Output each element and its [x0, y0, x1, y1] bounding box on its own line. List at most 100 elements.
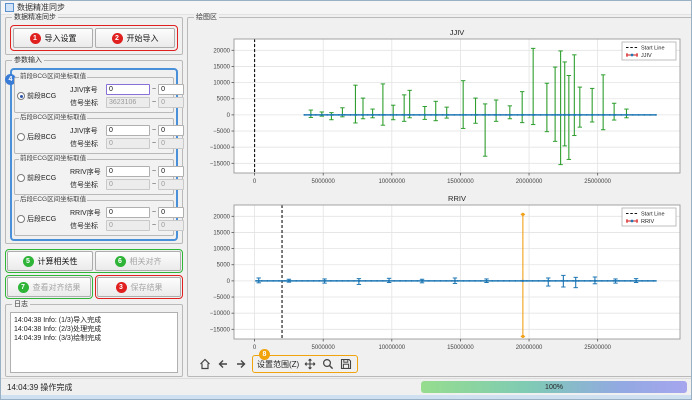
save-result-button[interactable]: 3 保存结果 [97, 277, 181, 297]
calc-correlation-label: 计算相关性 [38, 256, 78, 267]
step-badge-3: 3 [116, 282, 127, 293]
status-bar: 14:04:39 操作完成 100% [1, 378, 691, 395]
svg-text:0: 0 [227, 113, 231, 119]
view-align-highlight: 7 查看对齐结果 [5, 275, 93, 299]
import-buttons-highlight: 1 导入设置 2 开始导入 [10, 25, 178, 51]
svg-text:Start Line: Start Line [641, 212, 665, 218]
step-badge-5: 5 [23, 256, 34, 267]
plot-panel: 绘图区 20000150001000050000−5000−10000−1500… [187, 17, 692, 377]
svg-text:−10000: −10000 [210, 311, 231, 317]
control-panel: 数据精准同步 1 导入设置 2 开始导入 参数输入 4 [5, 17, 183, 377]
rriv-index-to-input[interactable] [158, 166, 184, 177]
signal-coord-to-input [158, 97, 184, 108]
start-import-button[interactable]: 2 开始导入 [95, 28, 175, 48]
svg-text:5000000: 5000000 [312, 179, 336, 185]
svg-text:15000: 15000 [213, 64, 230, 70]
log-line: 14:04:39 Info: (3/3)绘制完成 [14, 334, 174, 343]
signal-coord-from-input [106, 179, 150, 190]
rear-bcg-radio-label: 后段BCG [27, 132, 56, 142]
jjiv-index-to-input[interactable] [158, 125, 184, 136]
param-highlight: 4 前段BCG区间坐标取值 前段BCG JJIV序号 ~ [10, 68, 178, 241]
rear-ecg-radio-label: 后段ECG [27, 214, 56, 224]
pan-icon[interactable] [303, 357, 317, 371]
signal-coord-from-input [106, 220, 150, 231]
signal-coord-from-input [106, 138, 150, 149]
chart-toolbar: 8 设置范围(Z) [192, 355, 688, 373]
front-ecg-section-title: 前段ECG区间坐标取值 [19, 155, 87, 163]
front-ecg-section: 前段ECG区间坐标取值 前段ECG RRIV序号 ~ [14, 159, 174, 195]
rriv-index-label: RRIV序号 [70, 208, 104, 218]
home-icon[interactable] [198, 357, 212, 371]
rriv-index-label: RRIV序号 [70, 167, 104, 177]
svg-text:−15000: −15000 [210, 161, 231, 167]
step-badge-7: 7 [18, 282, 29, 293]
param-group-title: 参数输入 [12, 56, 44, 65]
title-bar: 数据精准同步 [1, 1, 691, 15]
signal-coord-to-input [158, 179, 184, 190]
svg-text:15000000: 15000000 [447, 345, 474, 351]
rear-bcg-radio[interactable] [17, 133, 25, 141]
rear-ecg-section: 后段ECG区间坐标取值 后段ECG RRIV序号 ~ [14, 200, 174, 236]
signal-coord-label: 信号坐标 [70, 139, 104, 149]
jjiv-chart[interactable]: 20000150001000050000−5000−10000−15000050… [192, 26, 688, 188]
import-settings-label: 导入设置 [45, 33, 77, 44]
signal-coord-to-input [158, 138, 184, 149]
corr-align-button[interactable]: 6 相关对齐 [95, 251, 181, 271]
calc-correlation-button[interactable]: 5 计算相关性 [7, 251, 93, 271]
rear-bcg-section: 后段BCG区间坐标取值 后段BCG JJIV序号 ~ [14, 118, 174, 154]
jjiv-index-from-input[interactable] [106, 84, 150, 95]
progress-label: 100% [545, 384, 563, 391]
svg-text:JJIV: JJIV [450, 28, 465, 37]
svg-text:5000: 5000 [217, 97, 231, 103]
jjiv-index-label: JJIV序号 [70, 126, 104, 136]
sync-group: 数据精准同步 1 导入设置 2 开始导入 [5, 17, 183, 55]
back-icon[interactable] [216, 357, 230, 371]
svg-text:10000: 10000 [213, 81, 230, 87]
import-settings-button[interactable]: 1 导入设置 [13, 28, 93, 48]
svg-text:20000000: 20000000 [516, 345, 543, 351]
rriv-index-to-input[interactable] [158, 207, 184, 218]
signal-coord-label: 信号坐标 [70, 180, 104, 190]
window-title: 数据精准同步 [17, 2, 65, 13]
svg-text:0: 0 [227, 279, 231, 285]
log-group-title: 日志 [12, 300, 30, 309]
step-badge-2: 2 [112, 33, 123, 44]
svg-text:20000000: 20000000 [516, 179, 543, 185]
rriv-index-from-input[interactable] [106, 166, 150, 177]
log-line: 14:04:38 Info: (2/3)处理完成 [14, 325, 174, 334]
svg-text:0: 0 [253, 345, 257, 351]
sync-group-title: 数据精准同步 [12, 13, 58, 22]
start-import-label: 开始导入 [127, 33, 159, 44]
svg-text:Start Line: Start Line [641, 46, 665, 52]
rear-bcg-section-title: 后段BCG区间坐标取值 [19, 114, 87, 122]
plot-group: 绘图区 20000150001000050000−5000−10000−1500… [187, 17, 692, 377]
svg-text:−5000: −5000 [213, 295, 231, 301]
svg-text:5000000: 5000000 [312, 345, 336, 351]
view-align-button[interactable]: 7 查看对齐结果 [7, 277, 91, 297]
front-ecg-radio[interactable] [17, 174, 25, 182]
app-icon [5, 3, 14, 12]
svg-text:20000: 20000 [213, 48, 230, 54]
app-window: 数据精准同步 数据精准同步 1 导入设置 2 开始导入 参数输入 [0, 0, 692, 400]
zoom-icon[interactable] [321, 357, 335, 371]
action-buttons: 5 计算相关性 6 相关对齐 7 查看对齐结果 [5, 249, 183, 299]
forward-icon[interactable] [234, 357, 248, 371]
plot-group-title: 绘图区 [194, 13, 219, 22]
rear-ecg-radio[interactable] [17, 215, 25, 223]
corr-align-label: 相关对齐 [130, 256, 162, 267]
svg-text:10000000: 10000000 [378, 179, 405, 185]
set-range-button[interactable]: 设置范围(Z) [257, 359, 299, 370]
rriv-chart[interactable]: 20000150001000050000−5000−10000−15000050… [192, 192, 688, 354]
svg-text:5000: 5000 [217, 263, 231, 269]
save-icon[interactable] [339, 357, 353, 371]
front-bcg-radio-label: 前段BCG [27, 91, 56, 101]
progress-bar: 100% [421, 381, 687, 393]
jjiv-index-from-input[interactable] [106, 125, 150, 136]
signal-coord-to-input [158, 220, 184, 231]
step-badge-8: 8 [259, 349, 270, 360]
signal-coord-label: 信号坐标 [70, 98, 104, 108]
jjiv-index-to-input[interactable] [158, 84, 184, 95]
rriv-index-from-input[interactable] [106, 207, 150, 218]
rear-ecg-section-title: 后段ECG区间坐标取值 [19, 196, 87, 204]
front-bcg-radio[interactable] [17, 92, 25, 100]
